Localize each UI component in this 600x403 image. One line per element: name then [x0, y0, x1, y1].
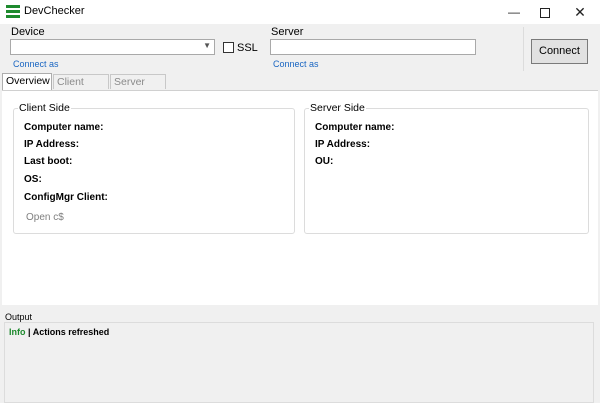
log-message: Actions refreshed — [32, 327, 110, 337]
server-ou-label: OU: — [315, 156, 334, 167]
client-side-title: Client Side — [18, 102, 71, 114]
server-label: Server — [271, 26, 304, 38]
client-ip-address-label: IP Address: — [24, 139, 80, 150]
tab-server-side[interactable]: Server Side — [110, 74, 166, 103]
log-level: Info — [9, 327, 26, 337]
overview-panel: Client Side Computer name: IP Address: L… — [2, 90, 598, 305]
app-logo-icon — [6, 5, 20, 19]
client-side-group: Client Side Computer name: IP Address: L… — [13, 102, 295, 234]
connect-button[interactable]: Connect — [531, 39, 588, 64]
ssl-checkbox[interactable] — [223, 42, 234, 53]
panel-divider — [523, 27, 524, 71]
maximize-button[interactable] — [528, 0, 562, 24]
device-connect-as-link[interactable]: Connect as — [13, 59, 59, 69]
close-button[interactable]: ✕ — [563, 0, 597, 24]
connection-panel: Device ▼ SSL Connect as Server Connect a… — [0, 25, 600, 72]
device-combobox[interactable]: ▼ — [10, 39, 215, 55]
minimize-button[interactable]: — — [497, 0, 531, 24]
open-c-share-button[interactable]: Open c$ — [26, 212, 64, 223]
server-side-group: Server Side Computer name: IP Address: O… — [304, 102, 589, 234]
server-input[interactable] — [270, 39, 476, 55]
server-computer-name-label: Computer name: — [315, 122, 395, 133]
server-ip-address-label: IP Address: — [315, 139, 371, 150]
log-separator: | — [28, 327, 31, 337]
log-line: Info | Actions refreshed — [9, 327, 109, 337]
chevron-down-icon[interactable]: ▼ — [203, 41, 211, 50]
tab-overview[interactable]: Overview — [2, 73, 52, 90]
title-bar: DevChecker — ✕ — [0, 0, 600, 25]
server-connect-as-link[interactable]: Connect as — [273, 59, 319, 69]
client-computer-name-label: Computer name: — [24, 122, 104, 133]
output-label: Output — [5, 312, 33, 322]
client-configmgr-label: ConfigMgr Client: — [24, 192, 108, 203]
tab-client-side[interactable]: Client Side — [53, 74, 109, 103]
maximize-icon — [540, 7, 550, 18]
window-title: DevChecker — [24, 5, 85, 17]
server-side-title: Server Side — [309, 102, 366, 114]
output-log[interactable]: Info | Actions refreshed — [4, 322, 594, 403]
client-last-boot-label: Last boot: — [24, 156, 73, 167]
device-label: Device — [11, 26, 45, 38]
ssl-label: SSL — [237, 42, 258, 54]
client-os-label: OS: — [24, 174, 42, 185]
